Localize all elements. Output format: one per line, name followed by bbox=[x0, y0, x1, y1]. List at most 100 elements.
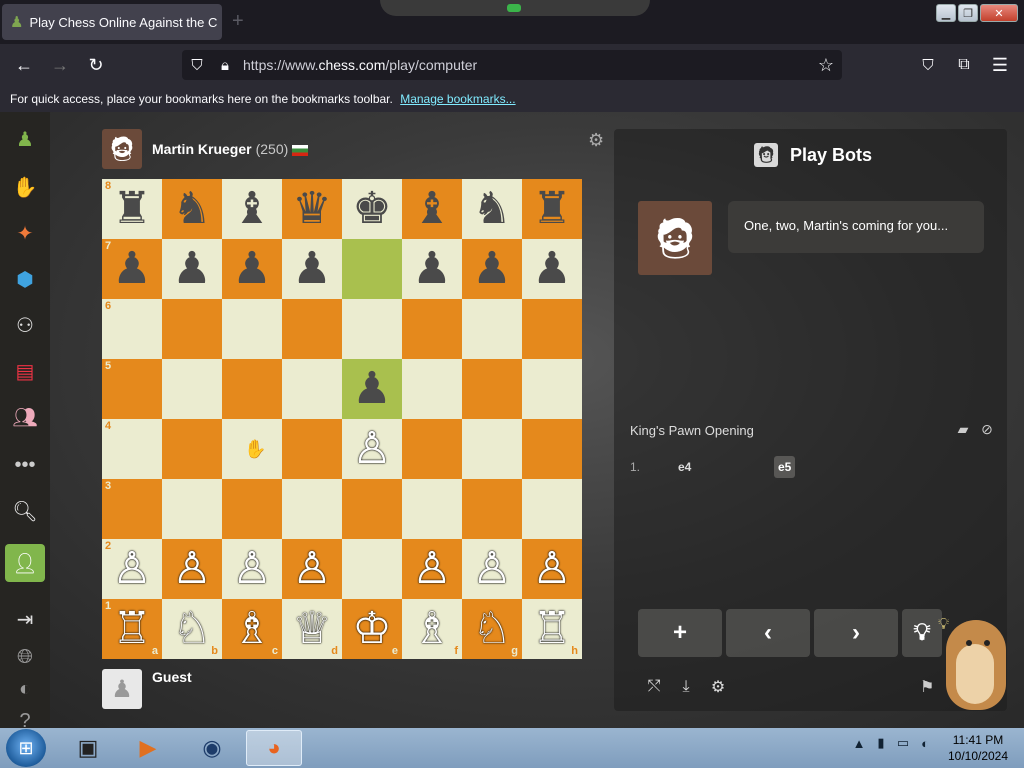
square-h2[interactable]: ♙ bbox=[522, 539, 582, 599]
opponent-avatar[interactable]: 🧔︎ bbox=[102, 129, 142, 169]
square-a3[interactable]: 3 bbox=[102, 479, 162, 539]
square-f7[interactable]: ♟ bbox=[402, 239, 462, 299]
social-icon[interactable]: 👥︎ bbox=[10, 402, 40, 432]
square-e3[interactable] bbox=[342, 479, 402, 539]
sign-up-icon[interactable]: 👤︎ bbox=[5, 544, 45, 582]
next-move-button[interactable]: › bbox=[814, 609, 898, 657]
square-f4[interactable] bbox=[402, 419, 462, 479]
white-piece[interactable]: ♙ bbox=[232, 547, 271, 591]
black-piece[interactable]: ♞ bbox=[172, 187, 211, 231]
square-e2[interactable] bbox=[342, 539, 402, 599]
resign-flag-icon[interactable]: ⚑ bbox=[920, 677, 934, 697]
extensions-icon[interactable]: ⧉ bbox=[953, 54, 975, 76]
square-a8[interactable]: ♜ 8 bbox=[102, 179, 162, 239]
chess-board[interactable]: ♜ 8 ♞ ♝ ♛ ♚ ♝ ♞ ♜ ♟ 7 ♟ ♟ ♟ ♟ ♟ ♟ 6 5 ♟ 4 ♙ 3 ♙ 2 ♙ ♙ ♙ ♙ ♙ ♙ ♖ 1 a ♘ b ♗ c ♕ d… bbox=[102, 179, 582, 659]
square-f3[interactable] bbox=[402, 479, 462, 539]
manage-bookmarks-link[interactable]: Manage bookmarks... bbox=[400, 92, 515, 106]
black-piece[interactable]: ♝ bbox=[232, 187, 271, 231]
square-h4[interactable] bbox=[522, 419, 582, 479]
square-d4[interactable] bbox=[282, 419, 342, 479]
shield-icon[interactable]: ⛉ bbox=[186, 54, 208, 76]
square-c7[interactable]: ♟ bbox=[222, 239, 282, 299]
menu-icon[interactable]: ☰ bbox=[989, 54, 1011, 76]
square-c5[interactable] bbox=[222, 359, 282, 419]
learn-icon[interactable]: ⬢ bbox=[10, 264, 40, 294]
white-piece[interactable]: ♙ bbox=[172, 547, 211, 591]
square-d3[interactable] bbox=[282, 479, 342, 539]
square-b1[interactable]: ♘ b bbox=[162, 599, 222, 659]
square-a1[interactable]: ♖ 1 a bbox=[102, 599, 162, 659]
square-g4[interactable] bbox=[462, 419, 522, 479]
white-piece[interactable]: ♙ bbox=[292, 547, 331, 591]
square-d1[interactable]: ♕ d bbox=[282, 599, 342, 659]
square-a7[interactable]: ♟ 7 bbox=[102, 239, 162, 299]
square-a6[interactable]: 6 bbox=[102, 299, 162, 359]
taskbar-firefox-icon[interactable]: ◕ bbox=[246, 730, 302, 766]
white-piece[interactable]: ♗ bbox=[412, 607, 451, 651]
taskbar-app-icon[interactable]: ◉ bbox=[184, 730, 240, 766]
settings-gear-icon[interactable]: ⚙ bbox=[708, 677, 728, 697]
square-b4[interactable] bbox=[162, 419, 222, 479]
new-tab-plus-icon[interactable]: + bbox=[232, 10, 244, 33]
watch-icon[interactable]: ⚇ bbox=[10, 310, 40, 340]
news-icon[interactable]: ▤ bbox=[10, 356, 40, 386]
square-h5[interactable] bbox=[522, 359, 582, 419]
black-piece[interactable]: ♟ bbox=[112, 247, 151, 291]
square-e8[interactable]: ♚ bbox=[342, 179, 402, 239]
chess-logo-icon[interactable]: ♟ bbox=[10, 124, 40, 154]
tray-network-icon[interactable]: ▭ bbox=[894, 734, 912, 752]
square-h8[interactable]: ♜ bbox=[522, 179, 582, 239]
square-e7[interactable] bbox=[342, 239, 402, 299]
square-e5[interactable]: ♟ bbox=[342, 359, 402, 419]
square-c6[interactable] bbox=[222, 299, 282, 359]
white-piece[interactable]: ♙ bbox=[112, 547, 151, 591]
square-e1[interactable]: ♔ e bbox=[342, 599, 402, 659]
square-e4[interactable]: ♙ bbox=[342, 419, 402, 479]
previous-move-button[interactable]: ‹ bbox=[726, 609, 810, 657]
black-piece[interactable]: ♟ bbox=[232, 247, 271, 291]
white-piece[interactable]: ♘ bbox=[472, 607, 511, 651]
black-piece[interactable]: ♟ bbox=[292, 247, 331, 291]
pocket-icon[interactable]: ⛉ bbox=[917, 54, 939, 76]
board-settings-gear-icon[interactable]: ⚙ bbox=[588, 130, 604, 151]
minimize-button[interactable]: ▁ bbox=[936, 4, 956, 22]
taskbar-terminal-icon[interactable]: ▣ bbox=[60, 730, 116, 766]
black-piece[interactable]: ♟ bbox=[532, 247, 571, 291]
more-icon[interactable]: ••• bbox=[10, 450, 40, 480]
square-b6[interactable] bbox=[162, 299, 222, 359]
new-game-plus-button[interactable]: + bbox=[638, 609, 722, 657]
white-piece[interactable]: ♔ bbox=[352, 607, 391, 651]
system-clock[interactable]: 11:41 PM 10/10/2024 bbox=[940, 732, 1016, 764]
square-a4[interactable]: 4 bbox=[102, 419, 162, 479]
help-icon[interactable]: ? bbox=[10, 706, 40, 729]
square-c8[interactable]: ♝ bbox=[222, 179, 282, 239]
square-c2[interactable]: ♙ bbox=[222, 539, 282, 599]
black-piece[interactable]: ♝ bbox=[412, 187, 451, 231]
forward-arrow-icon[interactable]: → bbox=[49, 54, 71, 76]
white-piece[interactable]: ♙ bbox=[472, 547, 511, 591]
move-black[interactable]: e5 bbox=[774, 456, 796, 478]
search-icon[interactable]: 🔍︎ bbox=[10, 496, 40, 526]
square-f1[interactable]: ♗ f bbox=[402, 599, 462, 659]
square-f5[interactable] bbox=[402, 359, 462, 419]
guest-avatar[interactable]: ♟ bbox=[102, 669, 142, 709]
square-b5[interactable] bbox=[162, 359, 222, 419]
square-d6[interactable] bbox=[282, 299, 342, 359]
opening-book-icon[interactable]: ▰ bbox=[954, 420, 972, 438]
square-d2[interactable]: ♙ bbox=[282, 539, 342, 599]
white-piece[interactable]: ♙ bbox=[352, 427, 391, 471]
square-d7[interactable]: ♟ bbox=[282, 239, 342, 299]
hint-lightbulb-button[interactable]: 💡︎ bbox=[902, 609, 942, 657]
black-piece[interactable]: ♞ bbox=[472, 187, 511, 231]
square-g7[interactable]: ♟ bbox=[462, 239, 522, 299]
square-g6[interactable] bbox=[462, 299, 522, 359]
theme-toggle-icon[interactable]: ◐ bbox=[10, 674, 40, 704]
black-piece[interactable]: ♟ bbox=[472, 247, 511, 291]
url-text[interactable]: https://www.chess.com/play/computer bbox=[243, 57, 477, 73]
black-piece[interactable]: ♟ bbox=[172, 247, 211, 291]
black-piece[interactable]: ♛ bbox=[292, 187, 331, 231]
white-piece[interactable]: ♖ bbox=[112, 607, 151, 651]
white-piece[interactable]: ♖ bbox=[532, 607, 571, 651]
black-piece[interactable]: ♟ bbox=[352, 367, 391, 411]
play-icon[interactable]: ✋ bbox=[10, 172, 40, 202]
